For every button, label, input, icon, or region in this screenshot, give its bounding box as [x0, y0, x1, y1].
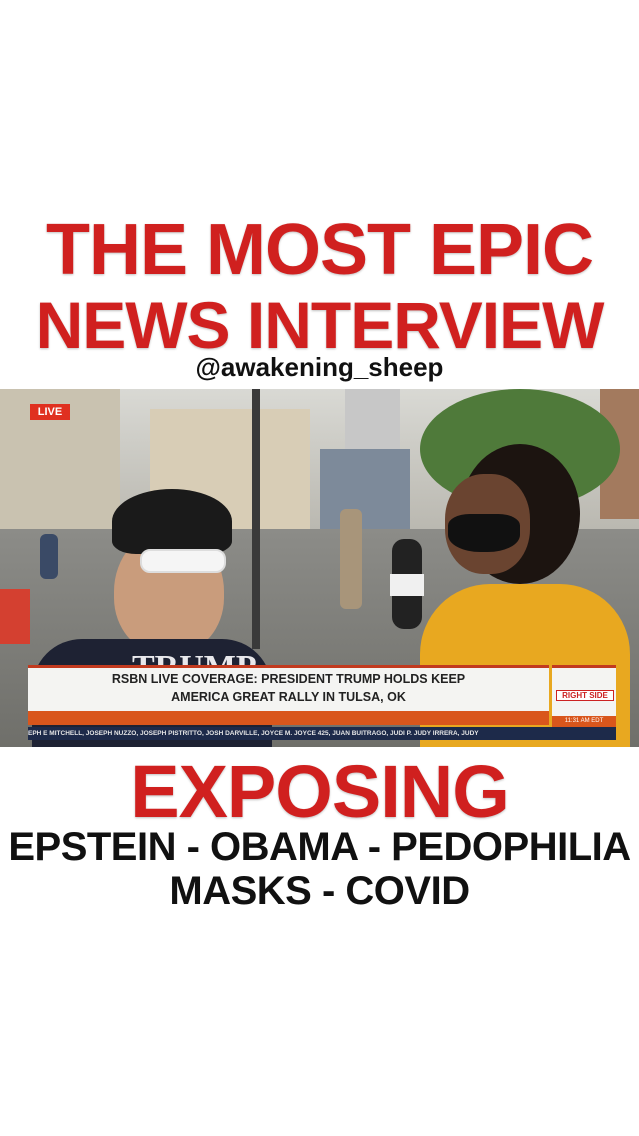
- headline-line-2: NEWS INTERVIEW: [35, 288, 605, 362]
- lower-third-line-2: AMERICA GREAT RALLY IN TULSA, OK: [171, 690, 406, 704]
- red-chair: [0, 589, 30, 644]
- cap-icon: [112, 489, 232, 554]
- building-blue: [320, 449, 410, 534]
- live-badge: LIVE: [30, 404, 70, 420]
- network-logo: RIGHT SIDE: [556, 690, 614, 701]
- lower-third-line-1: RSBN LIVE COVERAGE: PRESIDENT TRUMP HOLD…: [111, 672, 466, 686]
- background-person: [340, 509, 362, 609]
- footer-title: EXPOSING: [130, 750, 510, 833]
- account-handle: @awakening_sheep: [195, 352, 444, 382]
- lower-third-text: RSBN LIVE COVERAGE: PRESIDENT TRUMP HOLD…: [28, 670, 549, 706]
- time-display: 11:31 AM EDT: [552, 716, 616, 727]
- lower-third-strip: [28, 711, 549, 725]
- face-mask-icon: [448, 514, 520, 552]
- footer-line-1: EPSTEIN - OBAMA - PEDOPHILIA: [8, 825, 631, 869]
- headline-line-1: THE MOST EPIC: [45, 210, 594, 290]
- name-ticker: EPH E MITCHELL, JOSEPH NUZZO, JOSEPH PIS…: [28, 727, 616, 740]
- sunglasses-icon: [140, 549, 226, 573]
- footer-line-2: MASKS - COVID: [169, 869, 470, 913]
- mic-flag: [390, 574, 424, 596]
